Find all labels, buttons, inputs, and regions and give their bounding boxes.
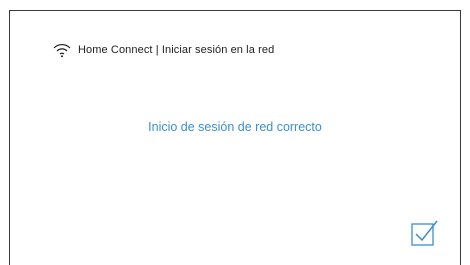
confirm-button[interactable] [409,218,439,248]
success-message: Inicio de sesión de red correcto [148,120,322,134]
header: Home Connect | Iniciar sesión en la red [52,40,274,60]
network-login-screen: Home Connect | Iniciar sesión en la red … [0,0,470,265]
checkbox-check-icon [411,220,438,246]
header-title: Home Connect | Iniciar sesión en la red [78,44,275,56]
wifi-icon [52,42,72,58]
